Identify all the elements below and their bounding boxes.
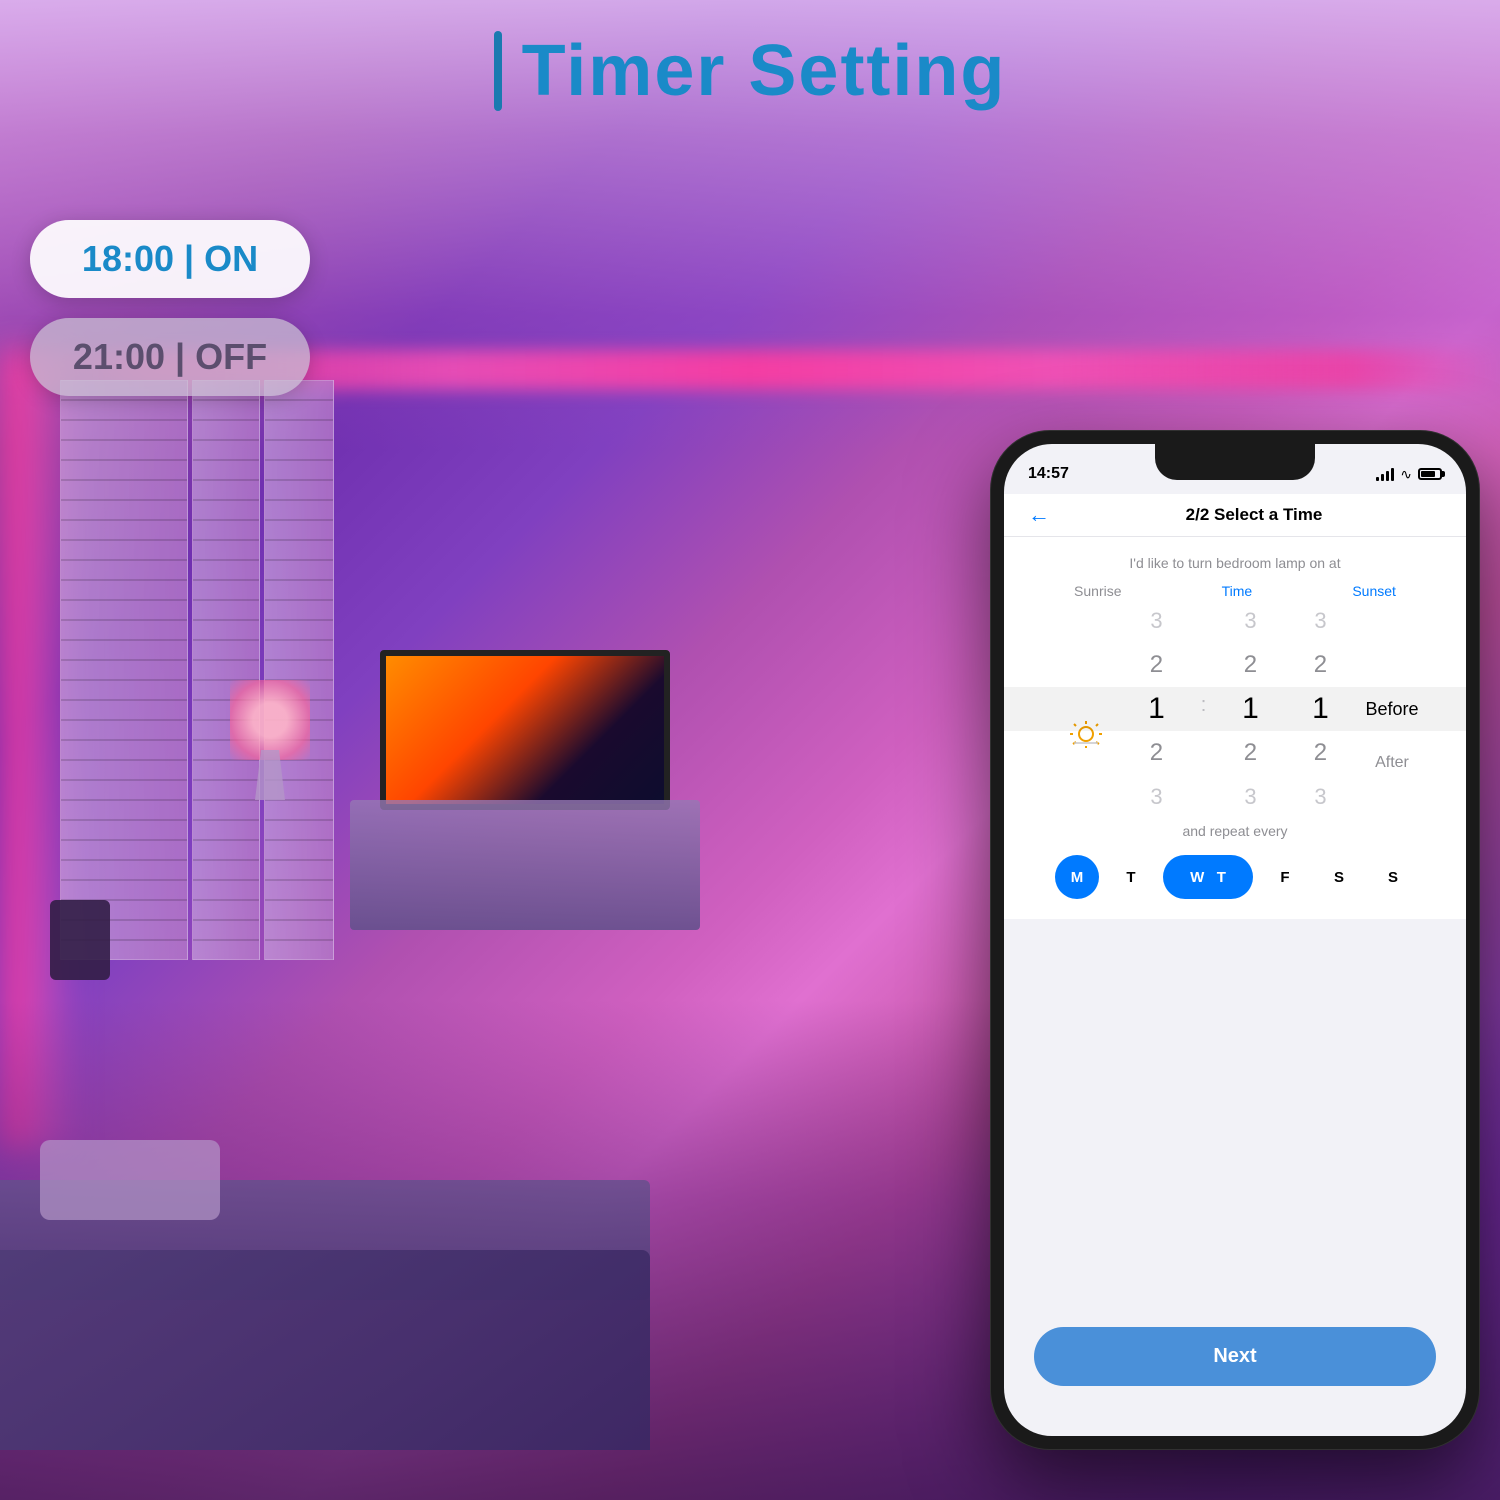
day-sunday[interactable]: S xyxy=(1371,855,1415,899)
picker-item: 2 xyxy=(1285,643,1355,687)
timer-off-text: 21:00 | OFF xyxy=(73,336,267,377)
picker-item: 3 xyxy=(1215,775,1285,819)
after-item[interactable]: After xyxy=(1375,741,1409,785)
picker-col-2[interactable]: 3 2 1 2 3 xyxy=(1215,599,1285,819)
signal-icon xyxy=(1376,467,1394,481)
day-friday[interactable]: F xyxy=(1263,855,1307,899)
flower-decoration xyxy=(230,680,310,800)
next-button[interactable]: Next xyxy=(1034,1327,1436,1386)
next-button-area: Next xyxy=(1034,1327,1436,1386)
before-item[interactable]: Before xyxy=(1365,687,1418,731)
sunrise-column xyxy=(1051,669,1121,750)
picker-item: 2 xyxy=(1121,643,1191,687)
picker-item: 3 xyxy=(1121,599,1191,643)
picker-item: 3 xyxy=(1285,599,1355,643)
speaker-device xyxy=(50,900,110,980)
cabinet-body xyxy=(350,800,700,930)
picker-before-after[interactable]: Before After xyxy=(1365,579,1418,839)
signal-bar-1 xyxy=(1376,477,1379,481)
page-title: Timer Setting xyxy=(522,30,1007,112)
timer-on-badge: 18:00 | ON xyxy=(30,220,310,298)
day-saturday[interactable]: S xyxy=(1317,855,1361,899)
tv-screen xyxy=(380,650,670,810)
bed-area xyxy=(0,1050,680,1450)
blind-left xyxy=(60,380,188,960)
app-content: I'd like to turn bedroom lamp on at Sunr… xyxy=(1004,537,1466,919)
time-picker[interactable]: 3 2 1 2 3 : 3 2 1 2 3 xyxy=(1004,599,1466,819)
signal-bar-3 xyxy=(1386,471,1389,481)
picker-item-selected: 1 xyxy=(1215,687,1285,731)
tv-content xyxy=(386,656,664,804)
battery-icon xyxy=(1418,468,1442,480)
time-colon: : xyxy=(1193,694,1213,725)
picker-item: 3 xyxy=(1121,775,1191,819)
phone-notch xyxy=(1155,444,1315,480)
screen-title: 2/2 Select a Time xyxy=(1066,505,1442,525)
bed-pillow xyxy=(40,1140,220,1220)
signal-bar-4 xyxy=(1391,468,1394,481)
blind-right xyxy=(264,380,334,960)
picker-item: 2 xyxy=(1121,731,1191,775)
blind-slats-right xyxy=(265,381,333,959)
picker-item: 3 xyxy=(1215,599,1285,643)
phone-container: 14:57 ∿ ← 2/2 Select a Ti xyxy=(990,430,1480,1450)
status-icons: ∿ xyxy=(1376,466,1442,483)
timer-badges: 18:00 | ON 21:00 | OFF xyxy=(30,220,310,396)
day-selector: M T W T F S S xyxy=(1024,855,1446,899)
picker-col-1[interactable]: 3 2 1 2 3 xyxy=(1121,599,1191,819)
signal-bar-2 xyxy=(1381,474,1384,481)
subtitle-text: I'd like to turn bedroom lamp on at xyxy=(1004,537,1466,571)
phone-outer: 14:57 ∿ ← 2/2 Select a Ti xyxy=(990,430,1480,1450)
app-header: ← 2/2 Select a Time xyxy=(1004,494,1466,537)
sunrise-icon xyxy=(1068,714,1104,750)
tv-cabinet xyxy=(350,650,700,930)
flower-stems xyxy=(230,680,310,760)
blind-slats-left xyxy=(61,381,187,959)
timer-on-text: 18:00 | ON xyxy=(82,238,258,279)
timer-off-badge: 21:00 | OFF xyxy=(30,318,310,396)
picker-item: 2 xyxy=(1285,731,1355,775)
picker-col-3[interactable]: 3 2 1 2 3 xyxy=(1285,599,1355,819)
sunrise-label: Sunrise xyxy=(1074,583,1121,599)
status-time: 14:57 xyxy=(1028,465,1069,483)
back-button[interactable]: ← xyxy=(1028,502,1050,528)
battery-fill xyxy=(1421,471,1435,477)
blind-center xyxy=(192,380,260,960)
wifi-icon: ∿ xyxy=(1400,466,1412,483)
day-monday[interactable]: M xyxy=(1055,855,1099,899)
picker-item: 3 xyxy=(1285,775,1355,819)
bed-base xyxy=(0,1250,650,1450)
picker-item: 2 xyxy=(1215,643,1285,687)
title-area: Timer Setting xyxy=(0,30,1500,112)
day-wednesday-thursday[interactable]: W T xyxy=(1163,855,1253,899)
phone-screen: 14:57 ∿ ← 2/2 Select a Ti xyxy=(1004,444,1466,1436)
picker-item-selected: 1 xyxy=(1285,687,1355,731)
day-tuesday[interactable]: T xyxy=(1109,855,1153,899)
picker-item: 2 xyxy=(1215,731,1285,775)
title-accent-bar xyxy=(494,31,502,111)
picker-item-selected: 1 xyxy=(1121,687,1191,731)
blind-slats-center xyxy=(193,381,259,959)
time-label: Time xyxy=(1222,583,1253,599)
